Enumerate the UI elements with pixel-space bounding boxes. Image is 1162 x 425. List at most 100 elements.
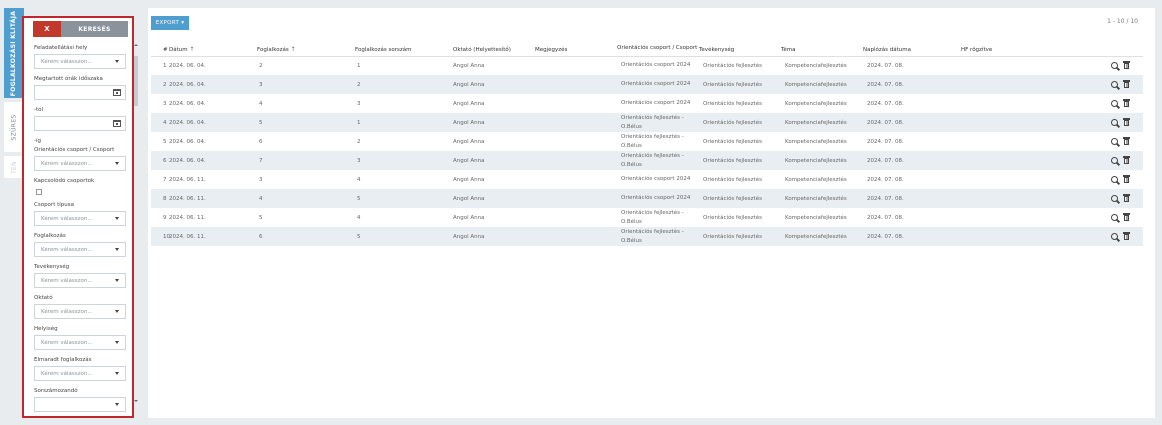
filter-scrollbar[interactable]	[134, 46, 138, 404]
cell-csoport: Orientációs csoport 2024	[617, 94, 699, 113]
cell-csoport: Orientációs fejlesztés - O.Bélus	[617, 113, 699, 132]
cell-index: 2	[151, 75, 167, 94]
scroll-thumb[interactable]	[134, 56, 138, 106]
trash-icon[interactable]	[1123, 232, 1130, 241]
elmaradt-select[interactable]: Kérem válasszon...	[34, 366, 126, 381]
tab-ten[interactable]: TEN	[4, 156, 24, 178]
results-panel: EXPORT ▾ 1 - 10 / 10 # Dátum ↑ Foglalkoz…	[148, 8, 1155, 418]
table-row[interactable]: 10 2024. 06. 11. 6 5 Angol Anna Orientációs f…	[151, 227, 1143, 246]
trash-icon[interactable]	[1123, 61, 1130, 70]
col-header-csoport[interactable]: Orientációs csoport / Csoport	[617, 36, 699, 57]
chevron-down-icon	[115, 403, 119, 406]
tab-szures[interactable]: SZÜRES	[4, 102, 24, 152]
feladatellatasi-label: Feladatellátási hely	[34, 45, 88, 51]
col-header-foglalkozas[interactable]: Foglalkozás ↑	[257, 36, 355, 57]
search-icon[interactable]	[1111, 156, 1119, 165]
table-row[interactable]: 7 2024. 06. 11. 3 4 Angol Anna Orientációs cs…	[151, 170, 1143, 189]
search-icon[interactable]	[1111, 213, 1119, 222]
select-placeholder: Kérem válasszon...	[41, 370, 93, 377]
orientacios-select[interactable]: Kérem válasszon...	[34, 156, 126, 171]
cell-tevekenyseg: Orientációs fejlesztés	[699, 75, 781, 94]
cell-datum: 2024. 06. 04.	[159, 113, 257, 132]
cell-index: 7	[151, 170, 167, 189]
trash-icon[interactable]	[1123, 156, 1130, 165]
table-row[interactable]: 4 2024. 06. 04. 5 1 Angol Anna Orientációs fe…	[151, 113, 1143, 132]
search-icon[interactable]	[1111, 137, 1119, 146]
col-header-naplozas[interactable]: Naplózás dátuma	[863, 36, 961, 57]
csoport-tipusa-select[interactable]: Kérem válasszon...	[34, 211, 126, 226]
table-row[interactable]: 6 2024. 06. 04. 7 3 Angol Anna Orientációs fe…	[151, 151, 1143, 170]
search-icon[interactable]	[1111, 118, 1119, 127]
col-header-tema[interactable]: Téma	[781, 36, 863, 57]
trash-icon[interactable]	[1123, 80, 1130, 89]
date-to-input[interactable]	[34, 116, 126, 131]
col-header-tevekenyseg[interactable]: Tevékenység	[699, 36, 781, 57]
cell-megjegyzes	[535, 75, 617, 94]
sorszamozando-select[interactable]	[34, 397, 126, 412]
table-row[interactable]: 2 2024. 06. 04. 3 2 Angol Anna Orientációs cs…	[151, 75, 1143, 94]
table-row[interactable]: 3 2024. 06. 04. 4 3 Angol Anna Orientációs cs…	[151, 94, 1143, 113]
cell-csoport: Orientációs fejlesztés - O.Bélus	[617, 227, 699, 246]
trash-icon[interactable]	[1123, 194, 1130, 203]
cell-hf	[961, 56, 1111, 75]
chevron-down-icon	[115, 341, 119, 344]
kapcsolodo-checkbox[interactable]	[36, 189, 42, 195]
col-header-datum[interactable]: Dátum ↑	[159, 36, 257, 57]
trash-icon[interactable]	[1123, 137, 1130, 146]
search-icon[interactable]	[1111, 232, 1119, 241]
cell-hf	[961, 151, 1111, 170]
cell-tevekenyseg: Orientációs fejlesztés	[699, 208, 781, 227]
table-header-row: # Dátum ↑ Foglalkozás ↑ Foglalkozás sors…	[151, 36, 1143, 57]
table-row[interactable]: 9 2024. 06. 11. 5 4 Angol Anna Orientációs fe…	[151, 208, 1143, 227]
select-placeholder: Kérem válasszon...	[41, 246, 93, 253]
cell-tema: Kompetenciafejlesztés	[781, 56, 863, 75]
trash-icon[interactable]	[1123, 175, 1130, 184]
col-header-sorszam[interactable]: Foglalkozás sorszám	[355, 36, 453, 57]
header-label: Dátum	[169, 46, 188, 53]
search-icon[interactable]	[1111, 99, 1119, 108]
col-header-hf[interactable]: HF rögzítve	[961, 36, 1111, 57]
date-from-input[interactable]	[34, 85, 126, 100]
trash-icon[interactable]	[1123, 118, 1130, 127]
search-icon[interactable]	[1111, 194, 1119, 203]
sorszamozando-label: Sorszámozandó	[34, 388, 78, 394]
cell-csoport: Orientációs csoport 2024	[617, 75, 699, 94]
tevekenyseg-label: Tevékenység	[34, 264, 70, 270]
tevekenyseg-select[interactable]: Kérem válasszon...	[34, 273, 126, 288]
calendar-icon[interactable]	[113, 89, 121, 96]
search-button[interactable]: KERESÉS	[61, 21, 128, 37]
col-header-oktato[interactable]: Oktató (Helyettesítő)	[453, 36, 535, 57]
cell-actions	[1111, 132, 1143, 151]
cell-megjegyzes	[535, 151, 617, 170]
table-row[interactable]: 8 2024. 06. 11. 4 5 Angol Anna Orientációs cs…	[151, 189, 1143, 208]
calendar-icon[interactable]	[113, 120, 121, 127]
chevron-down-icon	[115, 279, 119, 282]
helyiseg-select[interactable]: Kérem válasszon...	[34, 335, 126, 350]
clear-filter-button[interactable]: X	[33, 21, 61, 37]
trash-icon[interactable]	[1123, 213, 1130, 222]
feladatellatasi-select[interactable]: Kérem válasszon...	[34, 54, 126, 69]
search-icon[interactable]	[1111, 175, 1119, 184]
cell-csoport: Orientációs fejlesztés - O.Bélus	[617, 208, 699, 227]
cell-tevekenyseg: Orientációs fejlesztés	[699, 94, 781, 113]
cell-tevekenyseg: Orientációs fejlesztés	[699, 56, 781, 75]
table-row[interactable]: 5 2024. 06. 04. 6 2 Angol Anna Orientációs fe…	[151, 132, 1143, 151]
trash-icon[interactable]	[1123, 99, 1130, 108]
cell-sorszam: 5	[355, 189, 453, 208]
tab-label: SZÜRES	[10, 114, 18, 140]
search-icon[interactable]	[1111, 80, 1119, 89]
cell-oktato: Angol Anna	[453, 56, 535, 75]
table-row[interactable]: 1 2024. 06. 04. 2 1 Angol Anna Orientációs cs…	[151, 56, 1143, 75]
cell-actions	[1111, 170, 1143, 189]
cell-actions	[1111, 151, 1143, 170]
oktato-select[interactable]: Kérem válasszon...	[34, 304, 126, 319]
table-body: 1 2024. 06. 04. 2 1 Angol Anna Orientációs cs…	[151, 56, 1143, 246]
col-header-megjegyzes[interactable]: Megjegyzés	[535, 36, 617, 57]
tab-foglalkozasi-klitaja[interactable]: FOGLALKOZÁSI KLITÁJA	[4, 8, 24, 98]
foglalkozas-select[interactable]: Kérem válasszon...	[34, 242, 126, 257]
search-icon[interactable]	[1111, 61, 1119, 70]
cell-naplozas: 2024. 07. 08.	[863, 170, 961, 189]
scroll-down-arrow[interactable]	[134, 400, 138, 402]
export-button[interactable]: EXPORT ▾	[151, 16, 189, 30]
cell-datum: 2024. 06. 04.	[159, 94, 257, 113]
